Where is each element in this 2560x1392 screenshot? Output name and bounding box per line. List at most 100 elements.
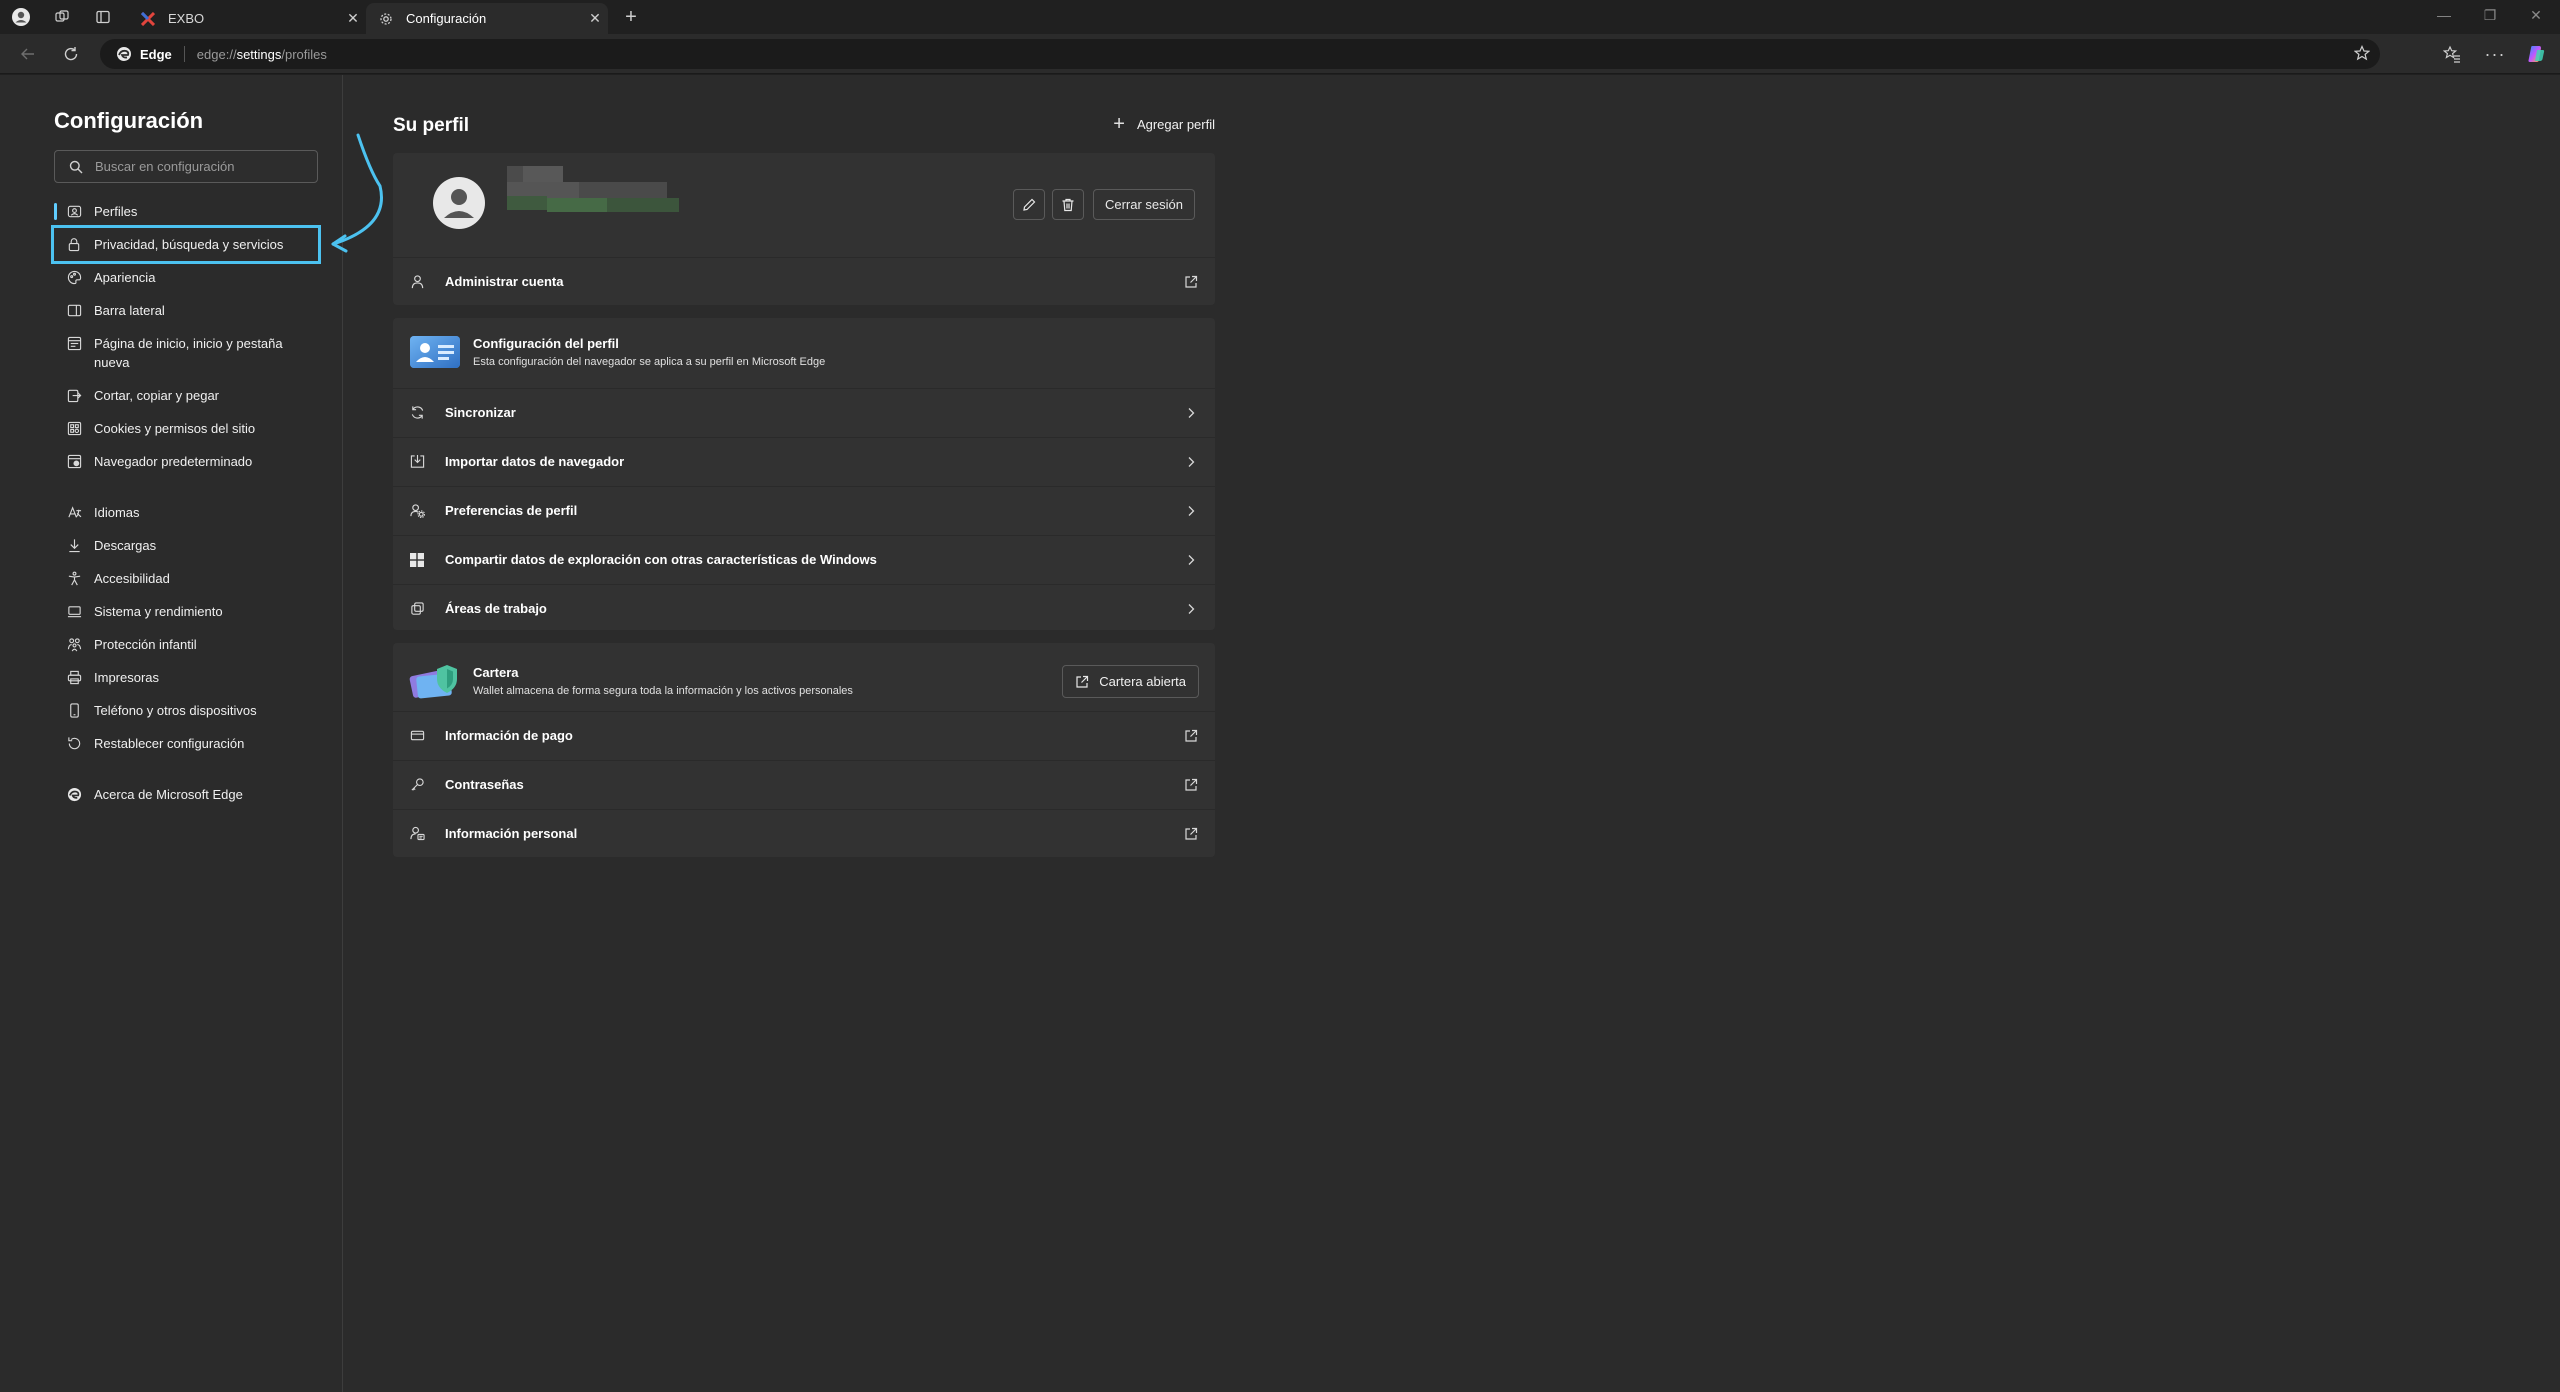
- printer-icon: [66, 669, 82, 685]
- sidebar-item-label: Privacidad, búsqueda y servicios: [94, 237, 284, 252]
- profile-settings-header: Configuración del perfil Esta configurac…: [393, 328, 1215, 376]
- close-tab-icon[interactable]: ✕: [582, 10, 608, 27]
- sidebar-item-label: Impresoras: [94, 670, 160, 685]
- wallet-card: Cartera Wallet almacena de forma segura …: [393, 643, 1215, 857]
- row-label: Áreas de trabajo: [445, 601, 547, 616]
- sidebar-item-label: Barra lateral: [94, 303, 165, 318]
- sidebar-item-privacidad[interactable]: Privacidad, búsqueda y servicios: [51, 225, 321, 264]
- sidebar-item-acerca-de[interactable]: Acerca de Microsoft Edge: [54, 778, 318, 811]
- sidebar-item-cookies[interactable]: Cookies y permisos del sitio: [54, 412, 318, 445]
- appearance-icon: [66, 269, 82, 285]
- sidebar-item-label: Idiomas: [94, 505, 140, 520]
- settings-sidebar: Configuración Buscar en configuración Pe…: [0, 75, 383, 1392]
- share-windows-row[interactable]: Compartir datos de exploración con otras…: [393, 535, 1215, 583]
- sidebar-item-label: Navegador predeterminado: [94, 454, 253, 469]
- sidebar-item-label: Restablecer configuración: [94, 736, 245, 751]
- external-link-icon: [1183, 274, 1199, 290]
- favorites-icon[interactable]: [2440, 42, 2464, 66]
- more-options-icon[interactable]: ···: [2483, 42, 2507, 66]
- sidebar-item-telefono[interactable]: Teléfono y otros dispositivos: [54, 694, 318, 727]
- phone-icon: [66, 702, 82, 718]
- profile-avatar: [433, 177, 485, 229]
- tab-exbo[interactable]: EXBO ✕: [128, 3, 366, 34]
- add-profile-label: Agregar perfil: [1136, 117, 1215, 132]
- tab-title: Configuración: [406, 11, 487, 26]
- sidebar-item-apariencia[interactable]: Apariencia: [54, 261, 318, 294]
- back-icon[interactable]: [16, 42, 40, 66]
- vertical-tabs-icon[interactable]: [91, 5, 115, 29]
- favorite-star-icon[interactable]: [2353, 45, 2371, 64]
- profile-settings-card: Configuración del perfil Esta configurac…: [393, 318, 1215, 630]
- minimize-icon[interactable]: —: [2434, 7, 2454, 23]
- passwords-row[interactable]: Contraseñas: [393, 760, 1215, 808]
- close-tab-icon[interactable]: ✕: [340, 10, 366, 27]
- open-wallet-label: Cartera abierta: [1099, 674, 1186, 689]
- address-bar[interactable]: Edge edge://settings/profiles: [100, 39, 2380, 69]
- new-tab-icon[interactable]: +: [619, 5, 643, 29]
- settings-search-input[interactable]: Buscar en configuración: [54, 150, 318, 183]
- payment-info-row[interactable]: Información de pago: [393, 711, 1215, 759]
- chevron-right-icon: [1183, 601, 1199, 617]
- restore-icon[interactable]: ❐: [2480, 7, 2500, 24]
- settings-page: Configuración Buscar en configuración Pe…: [0, 75, 2560, 1392]
- open-wallet-button[interactable]: Cartera abierta: [1062, 665, 1199, 698]
- delete-profile-button[interactable]: [1052, 189, 1084, 220]
- wallet-subtitle: Wallet almacena de forma segura toda la …: [473, 685, 853, 697]
- copilot-icon[interactable]: [2524, 42, 2548, 66]
- settings-title: Configuración: [54, 108, 204, 133]
- personal-info-row[interactable]: Información personal: [393, 809, 1215, 857]
- sidebar-item-label: Cortar, copiar y pegar: [94, 388, 220, 403]
- sidebar-item-pagina-inicio[interactable]: Página de inicio, inicio y pestaña nueva: [54, 327, 318, 379]
- row-label: Información de pago: [445, 728, 573, 743]
- sidebar-item-restablecer[interactable]: Restablecer configuración: [54, 727, 318, 760]
- windows-icon: [409, 552, 425, 568]
- gear-icon: [378, 11, 394, 27]
- nav-divider: [54, 760, 318, 778]
- refresh-icon[interactable]: [59, 42, 83, 66]
- row-label: Compartir datos de exploración con otras…: [445, 552, 877, 567]
- family-icon: [66, 636, 82, 652]
- sidebar-item-navegador-predeterminado[interactable]: Navegador predeterminado: [54, 445, 318, 478]
- plus-icon: +: [1113, 113, 1125, 135]
- sidebar-item-label: Descargas: [94, 538, 157, 553]
- workspaces-row[interactable]: Áreas de trabajo: [393, 584, 1215, 632]
- chevron-right-icon: [1183, 503, 1199, 519]
- sidebar-item-descargas[interactable]: Descargas: [54, 529, 318, 562]
- sidebar-item-label: Sistema y rendimiento: [94, 604, 223, 619]
- url-path: /profiles: [281, 46, 327, 62]
- workspaces-icon: [409, 601, 425, 617]
- sidebar-icon: [66, 302, 82, 318]
- import-row[interactable]: Importar datos de navegador: [393, 437, 1215, 485]
- tab-title: EXBO: [168, 11, 205, 26]
- sign-out-button[interactable]: Cerrar sesión: [1093, 189, 1195, 220]
- sidebar-item-barra-lateral[interactable]: Barra lateral: [54, 294, 318, 327]
- sidebar-item-perfiles[interactable]: Perfiles: [54, 195, 318, 228]
- edge-icon: [66, 786, 82, 802]
- sidebar-item-cortar-copiar[interactable]: Cortar, copiar y pegar: [54, 379, 318, 412]
- languages-icon: [66, 504, 82, 520]
- sidebar-item-label: Cookies y permisos del sitio: [94, 421, 256, 436]
- chevron-right-icon: [1183, 454, 1199, 470]
- sidebar-item-sistema[interactable]: Sistema y rendimiento: [54, 595, 318, 628]
- sidebar-item-impresoras[interactable]: Impresoras: [54, 661, 318, 694]
- add-profile-button[interactable]: + Agregar perfil: [1113, 113, 1215, 136]
- row-label: Sincronizar: [445, 405, 516, 420]
- annotation-arrow: [331, 133, 383, 253]
- close-window-icon[interactable]: ✕: [2526, 7, 2546, 24]
- card-icon: [409, 728, 425, 744]
- tab-configuracion[interactable]: Configuración ✕: [366, 3, 608, 34]
- row-label: Administrar cuenta: [445, 274, 564, 289]
- system-icon: [66, 603, 82, 619]
- profile-avatar-icon[interactable]: [9, 5, 33, 29]
- sidebar-item-proteccion-infantil[interactable]: Protección infantil: [54, 628, 318, 661]
- profile-prefs-row[interactable]: Preferencias de perfil: [393, 486, 1215, 534]
- sync-row[interactable]: Sincronizar: [393, 388, 1215, 436]
- manage-account-row[interactable]: Administrar cuenta: [393, 257, 1215, 305]
- sidebar-item-accesibilidad[interactable]: Accesibilidad: [54, 562, 318, 595]
- workspaces-icon[interactable]: [50, 5, 74, 29]
- edit-profile-button[interactable]: [1013, 189, 1045, 220]
- sidebar-item-idiomas[interactable]: Idiomas: [54, 496, 318, 529]
- chevron-right-icon: [1183, 552, 1199, 568]
- sidebar-item-label: Teléfono y otros dispositivos: [94, 703, 257, 718]
- home-icon: [66, 335, 82, 351]
